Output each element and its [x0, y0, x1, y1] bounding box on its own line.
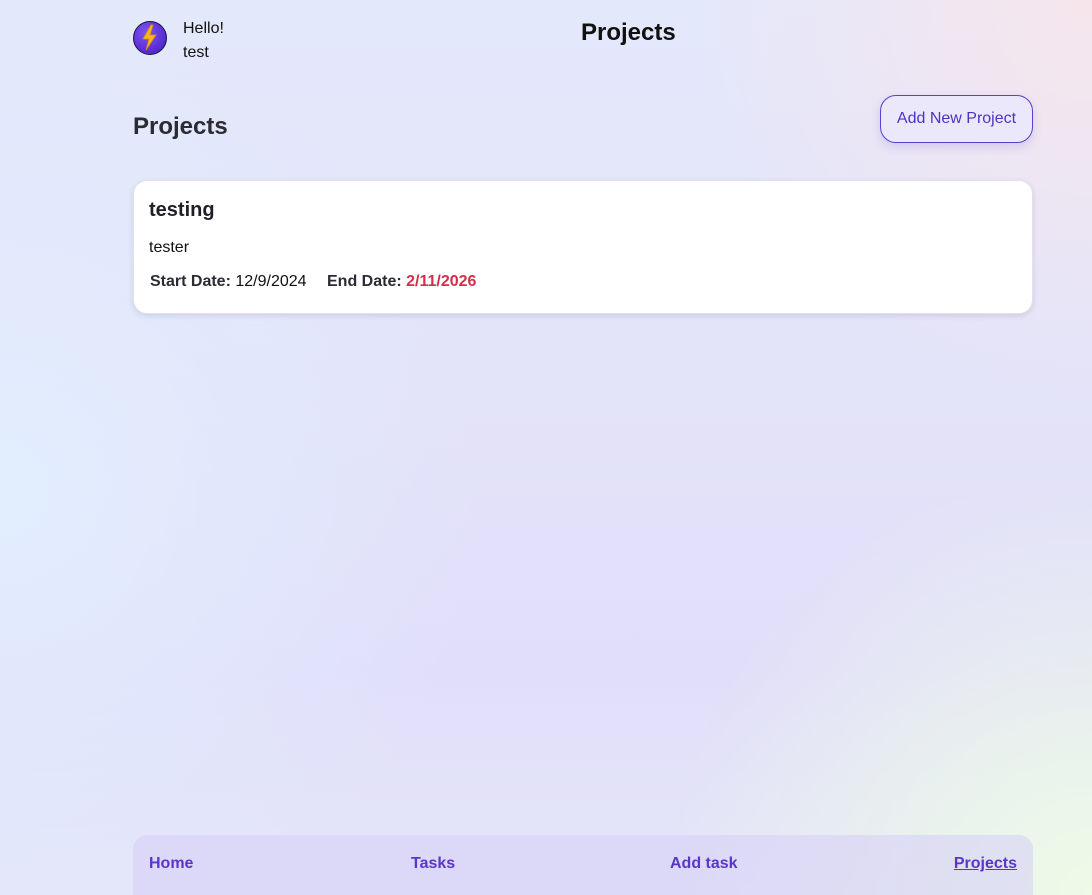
nav-projects-link[interactable]: Projects: [954, 855, 1017, 873]
user-greeting: Hello! test: [183, 17, 224, 65]
project-card[interactable]: testing tester Start Date: 12/9/2024 End…: [133, 180, 1033, 314]
end-date-label: End Date:: [327, 273, 402, 290]
add-new-project-button[interactable]: Add New Project: [880, 95, 1033, 143]
lightning-bolt-icon: [142, 24, 157, 51]
project-description: tester: [149, 239, 190, 256]
start-date-value: 12/9/2024: [235, 273, 307, 290]
nav-tasks-link[interactable]: Tasks: [411, 855, 455, 873]
username: test: [183, 44, 209, 61]
greeting-text: Hello!: [183, 20, 224, 37]
nav-add-task-link[interactable]: Add task: [670, 855, 738, 873]
top-header: Hello! test Projects: [133, 16, 1033, 66]
avatar[interactable]: [133, 21, 167, 55]
project-name: testing: [149, 199, 215, 221]
page-title: Projects: [581, 19, 676, 46]
end-date-value: 2/11/2026: [406, 273, 477, 290]
start-date-label: Start Date:: [150, 273, 231, 290]
project-dates: Start Date: 12/9/2024 End Date: 2/11/202…: [150, 273, 476, 291]
section-title: Projects: [133, 113, 228, 140]
nav-home-link[interactable]: Home: [149, 855, 193, 873]
bottom-nav: Home Tasks Add task Projects: [133, 835, 1033, 895]
